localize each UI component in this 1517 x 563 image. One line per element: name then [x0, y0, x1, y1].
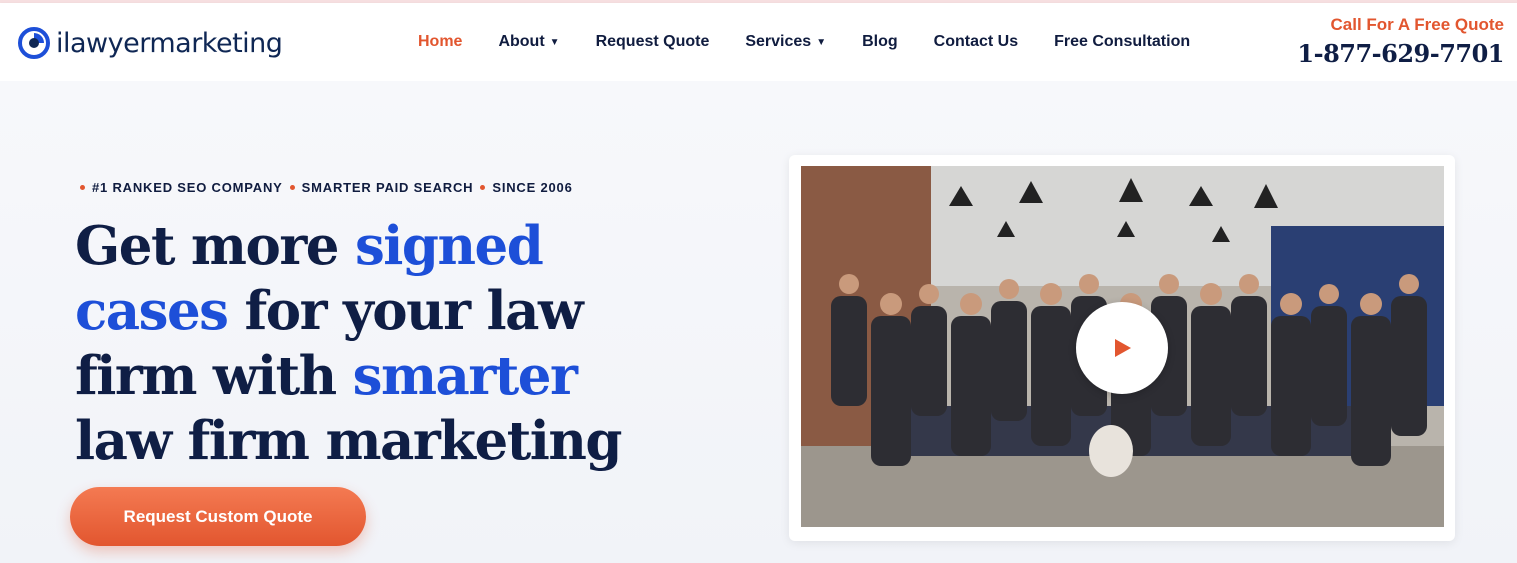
headline-text: Get more: [75, 215, 355, 277]
play-icon: [1115, 339, 1131, 357]
headline-text: firm with: [75, 345, 353, 407]
bullet-dot: [80, 185, 85, 190]
nav-about[interactable]: About ▼: [480, 33, 577, 51]
nav-request-quote-label: Request Quote: [595, 33, 710, 50]
main-nav: Home About ▼ Request Quote Services ▼ Blog…: [400, 3, 1208, 81]
nav-request-quote[interactable]: Request Quote: [578, 33, 728, 51]
nav-free-consultation[interactable]: Free Consultation: [1036, 33, 1208, 51]
phone-number-link[interactable]: 1-877-629-7701: [1297, 39, 1504, 68]
headline-highlight: signed: [354, 215, 544, 277]
nav-services[interactable]: Services ▼: [727, 33, 844, 51]
team-video[interactable]: [801, 166, 1444, 527]
video-card: [789, 155, 1455, 541]
hero-tagline: #1 RANKED SEO COMPANY SMARTER PAID SEARC…: [80, 180, 573, 195]
bullet-dot: [480, 185, 486, 190]
phone-cta: Call For A Free Quote 1-877-629-7701: [1297, 15, 1504, 68]
headline-highlight: cases: [75, 280, 229, 342]
site-header: ilawyermarketing Home About ▼ Request Quo…: [0, 3, 1517, 81]
tagline-item-2: SMARTER PAID SEARCH: [301, 180, 474, 195]
nav-free-consultation-label: Free Consultation: [1054, 33, 1191, 50]
nav-home-label: Home: [418, 33, 463, 50]
nav-blog-label: Blog: [862, 33, 898, 50]
tagline-item-1: #1 RANKED SEO COMPANY: [92, 180, 283, 195]
bullet-dot: [289, 185, 295, 190]
logo-icon: [18, 27, 50, 59]
nav-contact-us[interactable]: Contact Us: [916, 33, 1036, 51]
headline-text: law firm marketing: [75, 410, 622, 472]
headline-highlight: smarter: [352, 345, 578, 407]
headline-text: for your law: [227, 280, 583, 342]
chevron-down-icon: ▼: [816, 36, 827, 48]
nav-contact-us-label: Contact Us: [933, 33, 1019, 50]
request-custom-quote-button[interactable]: Request Custom Quote: [70, 487, 366, 546]
hero-headline: Get more signed cases for your law firm wi…: [75, 214, 635, 474]
nav-home[interactable]: Home: [400, 33, 480, 51]
nav-services-label: Services: [745, 33, 812, 50]
call-cta-label: Call For A Free Quote: [1330, 15, 1505, 34]
nav-blog[interactable]: Blog: [844, 33, 916, 51]
nav-about-label: About: [498, 33, 545, 50]
play-button[interactable]: [1076, 302, 1168, 394]
chevron-down-icon: ▼: [549, 36, 560, 48]
logo-text: ilawyermarketing: [56, 27, 283, 59]
tagline-item-3: SINCE 2006: [492, 180, 573, 195]
logo[interactable]: ilawyermarketing: [18, 25, 283, 61]
